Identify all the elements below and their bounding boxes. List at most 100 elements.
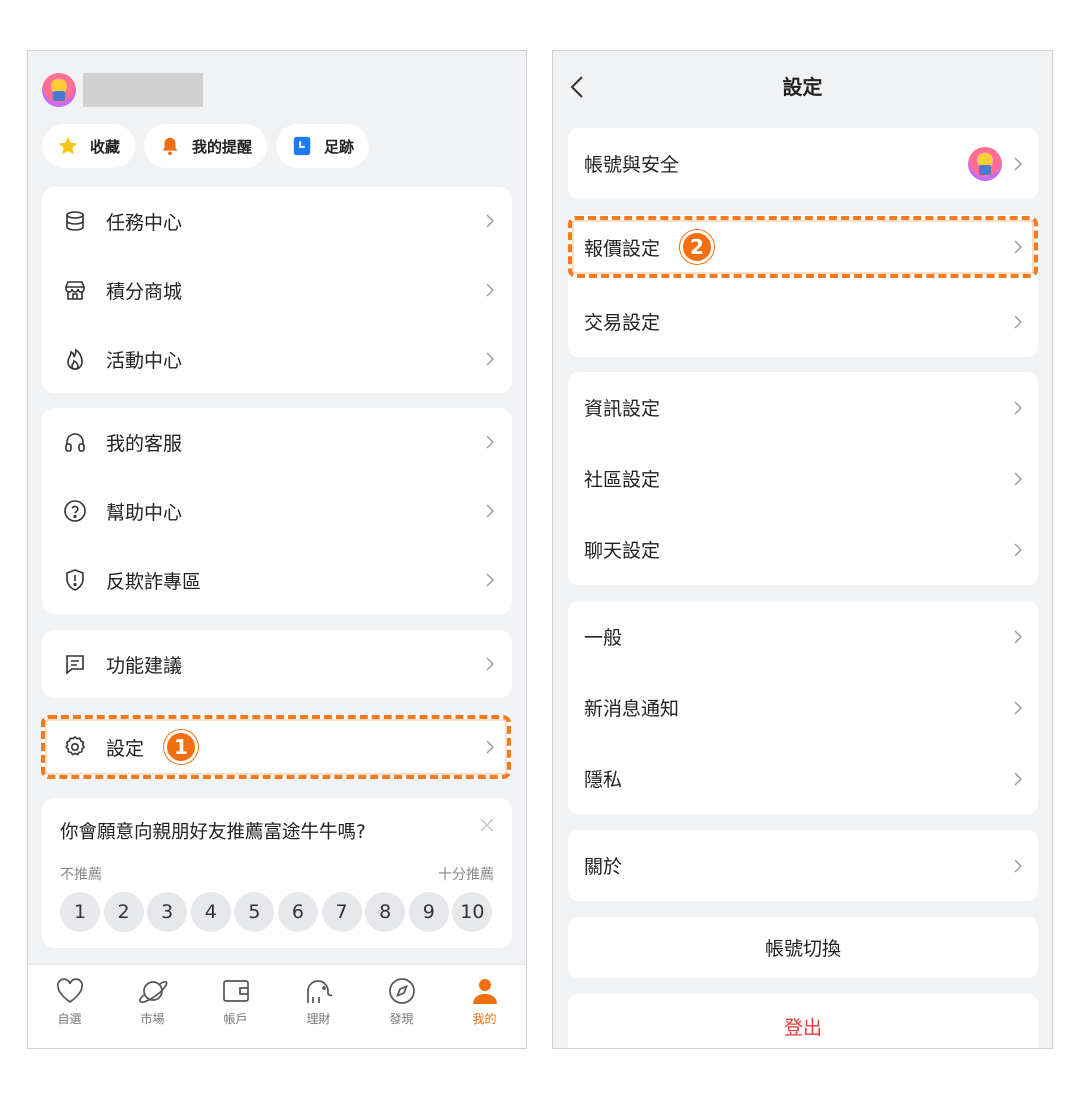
survey-high-label: 十分推薦: [438, 867, 494, 883]
question-icon: [62, 498, 88, 524]
menu-group-feedback: 功能建議: [42, 630, 512, 698]
menu-group-tasks: 任務中心 積分商城 活動中心: [42, 187, 512, 393]
menu-label: 積分商城: [106, 280, 183, 303]
tab-wealth[interactable]: 理財: [277, 965, 360, 1048]
tab-label: 我的: [472, 1012, 497, 1026]
score-button-2[interactable]: 2: [103, 892, 144, 932]
menu-item-activity-center[interactable]: 活動中心: [42, 325, 512, 393]
page-title: 設定: [782, 75, 823, 99]
settings-label: 交易設定: [584, 312, 661, 334]
avatar: [968, 146, 1002, 181]
reminders-label: 我的提醒: [192, 137, 253, 156]
star-icon: [57, 135, 79, 157]
settings-label: 隱私: [584, 769, 623, 791]
menu-item-customer-service[interactable]: 我的客服: [42, 408, 512, 476]
shield-alert-icon: [62, 567, 88, 593]
planet-icon: [137, 975, 169, 1007]
step-highlight-frame: [41, 715, 511, 779]
elephant-icon: [303, 975, 335, 1007]
tab-label: 市場: [140, 1012, 165, 1026]
flame-icon: [62, 346, 88, 372]
chevron-right-icon: [1014, 630, 1022, 643]
settings-label: 一般: [584, 627, 623, 649]
settings-item-privacy[interactable]: 隱私: [568, 743, 1038, 814]
footprint-label: 足跡: [324, 137, 355, 156]
logout-button[interactable]: 登出: [568, 994, 1038, 1048]
chevron-right-icon: [1014, 543, 1022, 556]
score-button-7[interactable]: 7: [321, 892, 362, 932]
menu-item-feature-suggestion[interactable]: 功能建議: [42, 630, 512, 698]
score-button-4[interactable]: 4: [190, 892, 231, 932]
tab-account[interactable]: 帳戶: [194, 965, 277, 1048]
settings-label: 帳號與安全: [584, 154, 680, 176]
avatar[interactable]: [42, 73, 76, 107]
settings-label: 新消息通知: [584, 698, 680, 720]
score-button-8[interactable]: 8: [365, 892, 406, 932]
survey-scale: 1 2 3 4 5 6 7 8 9 10: [60, 892, 493, 932]
chevron-right-icon: [486, 214, 494, 228]
settings-item-about[interactable]: 關於: [568, 830, 1038, 901]
quick-links: 收藏 我的提醒 足跡: [42, 124, 370, 168]
reminders-chip[interactable]: 我的提醒: [144, 124, 268, 168]
tab-markets[interactable]: 市場: [111, 965, 194, 1048]
menu-item-points-mall[interactable]: 積分商城: [42, 256, 512, 324]
score-button-9[interactable]: 9: [408, 892, 449, 932]
tab-label: 理財: [306, 1012, 331, 1026]
score-button-1[interactable]: 1: [60, 892, 100, 932]
settings-group-general: 一般 新消息通知 隱私: [568, 601, 1038, 814]
settings-group-about: 關於: [568, 830, 1038, 901]
score-button-3[interactable]: 3: [147, 892, 188, 932]
menu-item-task-center[interactable]: 任務中心: [42, 187, 512, 255]
menu-label: 任務中心: [106, 211, 183, 234]
favorites-chip[interactable]: 收藏: [42, 124, 136, 168]
chevron-right-icon: [486, 283, 494, 297]
message-icon: [62, 651, 88, 677]
headset-icon: [62, 429, 88, 455]
settings-group-account: 帳號與安全: [568, 128, 1038, 199]
score-button-6[interactable]: 6: [277, 892, 318, 932]
chevron-right-icon: [486, 435, 494, 449]
score-button-10[interactable]: 10: [452, 892, 493, 932]
settings-item-notifications[interactable]: 新消息通知: [568, 672, 1038, 743]
tab-label: 發現: [389, 1012, 414, 1026]
chevron-right-icon: [1014, 315, 1022, 328]
footprint-chip[interactable]: 足跡: [276, 124, 370, 168]
footprint-icon: [291, 135, 313, 157]
settings-label: 關於: [584, 856, 623, 878]
switch-account-button[interactable]: 帳號切換: [568, 917, 1038, 978]
user-profile[interactable]: [42, 73, 203, 107]
bell-icon: [159, 135, 181, 157]
menu-label: 反欺詐專區: [106, 570, 202, 593]
menu-item-anti-fraud[interactable]: 反欺詐專區: [42, 546, 512, 614]
compass-icon: [386, 975, 418, 1007]
close-icon[interactable]: [480, 816, 494, 837]
settings-item-trade-settings[interactable]: 交易設定: [568, 286, 1038, 357]
settings-label: 聊天設定: [584, 540, 661, 562]
chevron-right-icon: [1014, 472, 1022, 485]
settings-item-account-security[interactable]: 帳號與安全: [568, 128, 1038, 199]
chevron-right-icon: [1014, 157, 1022, 170]
settings-item-news-settings[interactable]: 資訊設定: [568, 372, 1038, 443]
menu-item-help-center[interactable]: 幫助中心: [42, 477, 512, 545]
wallet-icon: [220, 975, 252, 1007]
settings-label: 資訊設定: [584, 398, 661, 420]
survey-question: 你會願意向親朋好友推薦富途牛牛嗎?: [60, 822, 366, 843]
bottom-tab-bar: 自選 市場 帳戶 理財 發現 我的: [28, 964, 526, 1048]
step-highlight-frame: [568, 216, 1038, 278]
score-button-5[interactable]: 5: [234, 892, 275, 932]
chevron-right-icon: [486, 657, 494, 671]
settings-item-general[interactable]: 一般: [568, 601, 1038, 672]
chevron-right-icon: [486, 573, 494, 587]
database-icon: [62, 208, 88, 234]
settings-item-community-settings[interactable]: 社區設定: [568, 443, 1038, 514]
store-icon: [62, 277, 88, 303]
tab-discover[interactable]: 發現: [360, 965, 443, 1048]
settings-item-chat-settings[interactable]: 聊天設定: [568, 514, 1038, 585]
tab-me[interactable]: 我的: [443, 965, 526, 1048]
menu-label: 我的客服: [106, 432, 183, 455]
menu-label: 活動中心: [106, 349, 183, 372]
profile-screen: 收藏 我的提醒 足跡 任務中心 積分商城 活動中心 我的客服 幫助中心 反欺詐專…: [27, 50, 527, 1049]
nps-survey-card: 你會願意向親朋好友推薦富途牛牛嗎? 不推薦 十分推薦 1 2 3 4 5 6 7…: [42, 798, 512, 948]
tab-watchlist[interactable]: 自選: [28, 965, 111, 1048]
chevron-right-icon: [1014, 859, 1022, 872]
